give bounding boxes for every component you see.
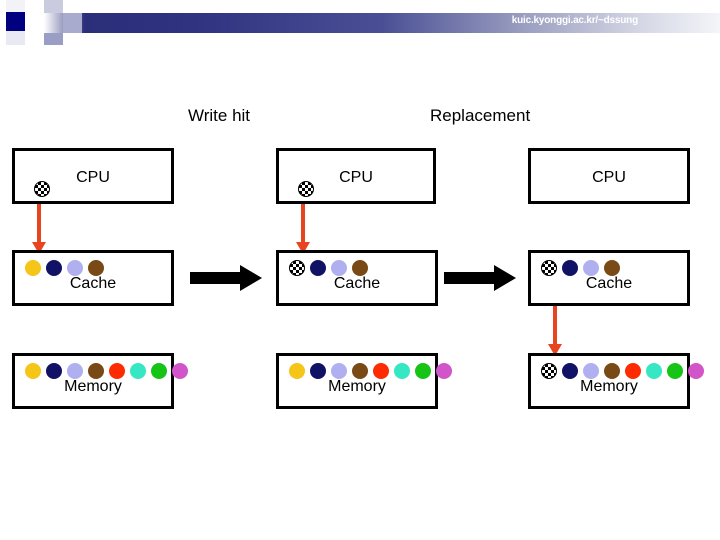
cpu-label: CPU bbox=[592, 169, 626, 186]
memory-block-dot bbox=[109, 363, 125, 379]
column-title-replacement: Replacement bbox=[430, 106, 531, 125]
memory-label: Memory bbox=[64, 378, 122, 395]
cache-block-dot bbox=[604, 260, 620, 276]
memory-block-dot bbox=[562, 363, 578, 379]
stage-2-memory-dots bbox=[289, 363, 452, 379]
cache-block-dot bbox=[352, 260, 368, 276]
banner-deco-square bbox=[44, 33, 63, 45]
cache-block-dot bbox=[331, 260, 347, 276]
stage-1-cache-box: Cache bbox=[12, 250, 174, 306]
stage-1-memory-dots bbox=[25, 363, 188, 379]
banner-accent-square bbox=[6, 12, 25, 31]
memory-block-dot bbox=[688, 363, 704, 379]
cache-block-dot bbox=[88, 260, 104, 276]
memory-block-dot bbox=[604, 363, 620, 379]
transition-1-to-2-arrow-icon bbox=[190, 265, 262, 291]
memory-block-dot bbox=[151, 363, 167, 379]
banner-deco-square bbox=[63, 33, 82, 45]
stage-2-cache-dots bbox=[289, 260, 368, 276]
cache-label: Cache bbox=[69, 275, 117, 292]
memory-block-dot bbox=[436, 363, 452, 379]
memory-block-dot bbox=[331, 363, 347, 379]
banner-deco-square bbox=[44, 0, 63, 13]
banner-deco-square bbox=[25, 0, 44, 13]
memory-block-dot bbox=[583, 363, 599, 379]
memory-block-dot bbox=[625, 363, 641, 379]
stage-3-cpu-box: CPU bbox=[528, 148, 690, 204]
cache-block-dot bbox=[67, 260, 83, 276]
memory-block-dot bbox=[646, 363, 662, 379]
stage-3-cache-dots bbox=[541, 260, 620, 276]
cache-label: Cache bbox=[585, 275, 633, 292]
memory-block-dot bbox=[25, 363, 41, 379]
stage-1-cache-dots bbox=[25, 260, 104, 276]
stage-3-arrow-cache-to-memory bbox=[548, 306, 562, 356]
cache-block-dot bbox=[25, 260, 41, 276]
stage-3-memory-dots bbox=[541, 363, 704, 379]
memory-label: Memory bbox=[580, 378, 638, 395]
transition-2-to-3-arrow-icon bbox=[444, 265, 516, 291]
header-url-text: kuic.kyonggi.ac.kr/~dssung bbox=[511, 15, 638, 26]
column-title-write-hit: Write hit bbox=[188, 106, 251, 125]
banner-deco-square bbox=[6, 0, 25, 12]
banner-deco-square bbox=[63, 13, 82, 33]
memory-block-dot bbox=[667, 363, 683, 379]
memory-block-dot bbox=[373, 363, 389, 379]
memory-block-dot bbox=[289, 363, 305, 379]
banner-deco-square bbox=[6, 31, 25, 45]
cache-label: Cache bbox=[333, 275, 381, 292]
memory-block-dot bbox=[130, 363, 146, 379]
memory-block-dot bbox=[394, 363, 410, 379]
stage-2-arrow-cpu-to-cache bbox=[296, 204, 310, 254]
stage-1-memory-box: Memory bbox=[12, 353, 188, 409]
memory-block-dot bbox=[46, 363, 62, 379]
stage-2-cpu-marker-icon bbox=[298, 181, 314, 197]
stage-1-cpu-marker-icon bbox=[34, 181, 50, 197]
memory-block-dot bbox=[310, 363, 326, 379]
stage-2-memory-box: Memory bbox=[276, 353, 452, 409]
header-banner: kuic.kyonggi.ac.kr/~dssung bbox=[0, 0, 720, 46]
stage-1-cpu-box: CPU bbox=[12, 148, 174, 204]
memory-block-dot bbox=[67, 363, 83, 379]
memory-block-dot bbox=[352, 363, 368, 379]
memory-block-dot bbox=[88, 363, 104, 379]
stage-3-cache-box: Cache bbox=[528, 250, 690, 306]
cache-block-dot bbox=[562, 260, 578, 276]
memory-block-dot bbox=[172, 363, 188, 379]
cache-block-dot-checker-icon bbox=[541, 260, 557, 276]
stage-3-memory-box: Memory bbox=[528, 353, 704, 409]
stage-2-cache-box: Cache bbox=[276, 250, 438, 306]
banner-deco-square bbox=[25, 31, 44, 45]
memory-label: Memory bbox=[328, 378, 386, 395]
cache-block-dot bbox=[46, 260, 62, 276]
stage-1-arrow-cpu-to-cache bbox=[32, 204, 46, 254]
banner-deco-square bbox=[25, 13, 44, 33]
stage-2-cpu-box: CPU bbox=[276, 148, 436, 204]
cache-block-dot-checker-icon bbox=[289, 260, 305, 276]
cache-block-dot bbox=[310, 260, 326, 276]
memory-block-dot bbox=[415, 363, 431, 379]
banner-deco-square bbox=[63, 0, 82, 13]
memory-block-dot-checker-icon bbox=[541, 363, 557, 379]
cache-block-dot bbox=[583, 260, 599, 276]
